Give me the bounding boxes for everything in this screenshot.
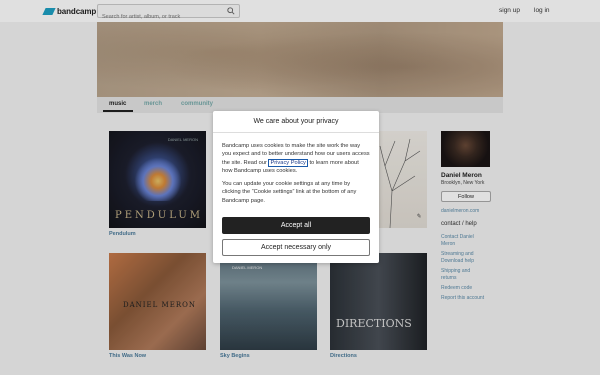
accept-necessary-button[interactable]: Accept necessary only <box>222 239 370 256</box>
dialog-title: We care about your privacy <box>213 111 379 133</box>
accept-all-button[interactable]: Accept all <box>222 217 370 234</box>
cookie-settings-note: You can update your cookie settings at a… <box>222 181 357 204</box>
privacy-policy-link[interactable]: Privacy Policy <box>268 158 308 167</box>
cookie-consent-dialog: We care about your privacy Bandcamp uses… <box>213 111 379 263</box>
cookie-explanation: Bandcamp uses cookies to make the site w… <box>213 142 379 175</box>
